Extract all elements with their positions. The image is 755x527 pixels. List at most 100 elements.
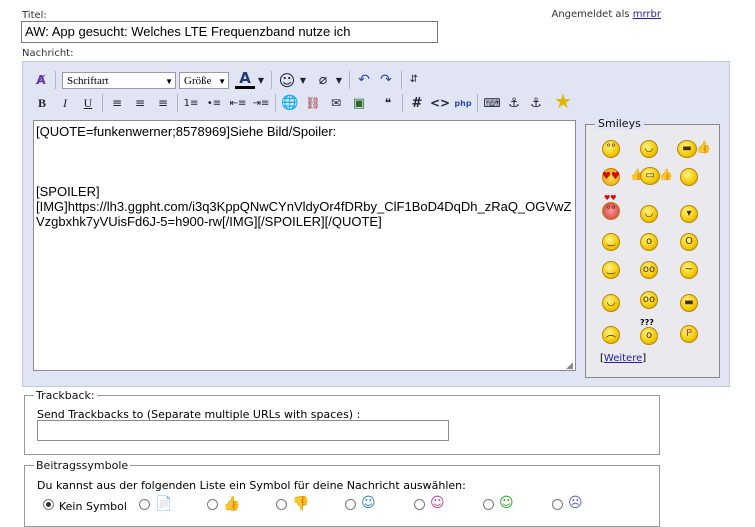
toolbar-separator bbox=[402, 94, 403, 112]
more-smileys-link[interactable]: Weitere bbox=[604, 353, 642, 364]
toolbar-separator bbox=[55, 71, 56, 89]
smiley-laugh-icon[interactable]: ▾ bbox=[680, 205, 698, 223]
smiley-grin-icon: ☺ bbox=[499, 495, 514, 511]
thumbs-up-icon[interactable]: 👍 bbox=[659, 168, 673, 181]
smiley-happy-icon[interactable]: ◡ bbox=[602, 294, 620, 312]
smiley-glasses-icon[interactable]: ▬ bbox=[680, 294, 698, 312]
smiley-question-icon[interactable]: o bbox=[640, 327, 658, 345]
attachment-icon[interactable]: ⌀ bbox=[313, 70, 333, 90]
code-hash-icon[interactable]: # bbox=[407, 93, 427, 113]
smiley-cool-icon: ☺ bbox=[361, 495, 376, 511]
smiley-eyes-icon[interactable]: oo bbox=[640, 261, 658, 279]
smiley-sleepy-icon[interactable]: ~ bbox=[680, 261, 698, 279]
unordered-list-icon[interactable]: •≡ bbox=[204, 93, 224, 113]
smiley-confused-icon[interactable]: oo bbox=[640, 291, 658, 309]
thumbs-down-icon: 👎 bbox=[292, 496, 310, 512]
remove-format-icon[interactable]: A̸ bbox=[31, 70, 51, 90]
post-icons-description: Du kannst aus der folgenden Liste ein Sy… bbox=[37, 479, 466, 492]
php-code-icon[interactable]: php bbox=[453, 93, 473, 113]
hearts-icon: ♥♥ bbox=[604, 194, 617, 202]
message-textarea[interactable]: [QUOTE=funkenwerner;8578969]Siehe Bild/S… bbox=[33, 120, 576, 371]
chevron-down-icon: ▼ bbox=[165, 77, 173, 86]
smiley-surprised-icon[interactable]: o bbox=[640, 233, 658, 251]
smiley-cool-icon[interactable]: ▬ bbox=[677, 140, 697, 158]
no-icon-label: Kein Symbol bbox=[59, 500, 127, 513]
thumbs-up-icon[interactable]: 👍 bbox=[696, 140, 711, 154]
chevron-down-icon[interactable]: ▼ bbox=[333, 70, 345, 90]
smiley-grin-icon[interactable]: ▭ bbox=[640, 167, 660, 185]
chevron-down-icon: ▼ bbox=[218, 77, 226, 86]
toggle-editor-icon[interactable]: ⇵ bbox=[404, 70, 424, 90]
bold-icon[interactable]: B bbox=[32, 93, 52, 113]
smiley-wink-icon[interactable]: ‿ bbox=[602, 233, 620, 251]
smiley-love-icon[interactable]: ♥♥ bbox=[602, 168, 620, 186]
html-code-icon[interactable]: <> bbox=[430, 93, 450, 113]
chevron-down-icon[interactable]: ▼ bbox=[297, 70, 309, 90]
font-select[interactable]: Schriftart ▼ bbox=[62, 72, 176, 89]
question-marks-icon: ??? bbox=[640, 318, 654, 327]
no-icon-radio[interactable] bbox=[43, 499, 54, 510]
smiley-pink-icon: ☺ bbox=[430, 495, 445, 511]
smileys-legend: Smileys bbox=[595, 117, 644, 130]
underline-icon[interactable]: U bbox=[78, 93, 98, 113]
undo-icon[interactable]: ↶ bbox=[354, 70, 374, 90]
post-icon-radio[interactable] bbox=[483, 499, 494, 510]
title-label: Titel: bbox=[22, 10, 47, 21]
smiley-icon[interactable]: °° bbox=[602, 140, 620, 158]
post-icon-radio[interactable] bbox=[414, 499, 425, 510]
smiley-smile-icon[interactable]: ◡ bbox=[640, 205, 658, 223]
toolbar-separator bbox=[177, 94, 178, 112]
smileys-more: [Weitere] bbox=[600, 353, 647, 364]
align-center-icon[interactable]: ≡ bbox=[130, 93, 150, 113]
font-color-icon[interactable]: A bbox=[235, 69, 255, 89]
insert-image-icon[interactable]: ▣ bbox=[349, 93, 369, 113]
toolbar-separator bbox=[271, 71, 272, 89]
smiley-angry-icon[interactable]: °° bbox=[602, 202, 620, 220]
indent-icon[interactable]: ⇥≡ bbox=[251, 93, 271, 113]
smiley-icon[interactable]: ◡ bbox=[640, 140, 658, 158]
align-left-icon[interactable]: ≡ bbox=[107, 93, 127, 113]
toolbar-separator bbox=[349, 71, 350, 89]
size-select[interactable]: Größe ▼ bbox=[179, 72, 229, 89]
redo-icon[interactable]: ↷ bbox=[376, 70, 396, 90]
thumbs-up-icon: 👍 bbox=[223, 496, 241, 512]
resize-handle-icon[interactable]: ◢ bbox=[566, 361, 573, 371]
smiley-tongue-icon[interactable]: P bbox=[680, 325, 698, 343]
trackback-legend: Trackback: bbox=[34, 389, 97, 402]
toolbar-separator bbox=[102, 94, 103, 112]
font-select-value: Schriftart bbox=[67, 75, 109, 87]
login-prefix: Angemeldet als bbox=[551, 9, 630, 20]
post-icon-radio[interactable] bbox=[276, 499, 287, 510]
smiley-blank-icon[interactable] bbox=[680, 168, 698, 186]
smiley-insert-icon[interactable]: ☺ bbox=[277, 70, 297, 90]
title-input[interactable]: AW: App gesucht: Welches LTE Frequenzban… bbox=[21, 21, 438, 43]
toolbar-separator bbox=[477, 94, 478, 112]
post-icon-radio[interactable] bbox=[345, 499, 356, 510]
toolbar-separator bbox=[401, 71, 402, 89]
remove-link-icon[interactable]: ⛓ bbox=[303, 93, 323, 113]
login-user-link[interactable]: mrrbr bbox=[633, 9, 661, 20]
insert-email-icon[interactable]: ✉ bbox=[326, 93, 346, 113]
insert-quote-icon[interactable]: ❝ bbox=[378, 93, 398, 113]
post-icons-fieldset bbox=[24, 465, 660, 527]
star-icon[interactable]: ★ bbox=[553, 89, 573, 113]
align-right-icon[interactable]: ≡ bbox=[153, 93, 173, 113]
post-icon-radio[interactable] bbox=[207, 499, 218, 510]
trackback-input[interactable] bbox=[37, 420, 449, 441]
document-icon: 📄 bbox=[155, 496, 173, 512]
keyboard-icon[interactable]: ⌨ bbox=[482, 93, 502, 113]
outdent-icon[interactable]: ⇤≡ bbox=[228, 93, 248, 113]
italic-icon[interactable]: I bbox=[55, 93, 75, 113]
post-icon-radio[interactable] bbox=[139, 499, 150, 510]
post-icon-radio[interactable] bbox=[552, 499, 563, 510]
login-info: Angemeldet als mrrbr bbox=[551, 9, 661, 20]
anchor-link-icon[interactable]: ⚓ bbox=[526, 93, 546, 113]
smiley-shock-icon[interactable]: O bbox=[680, 233, 698, 251]
chevron-down-icon[interactable]: ▼ bbox=[255, 70, 267, 90]
smiley-neutral-icon[interactable]: ‿ bbox=[602, 261, 620, 279]
anchor-icon[interactable]: ⚓ bbox=[504, 93, 524, 113]
ordered-list-icon[interactable]: 1≡ bbox=[181, 93, 201, 113]
post-icons-legend: Beitragssymbole bbox=[34, 459, 131, 472]
smiley-sad-icon[interactable]: ︵ bbox=[602, 326, 620, 344]
insert-link-icon[interactable]: 🌐 bbox=[280, 93, 300, 113]
